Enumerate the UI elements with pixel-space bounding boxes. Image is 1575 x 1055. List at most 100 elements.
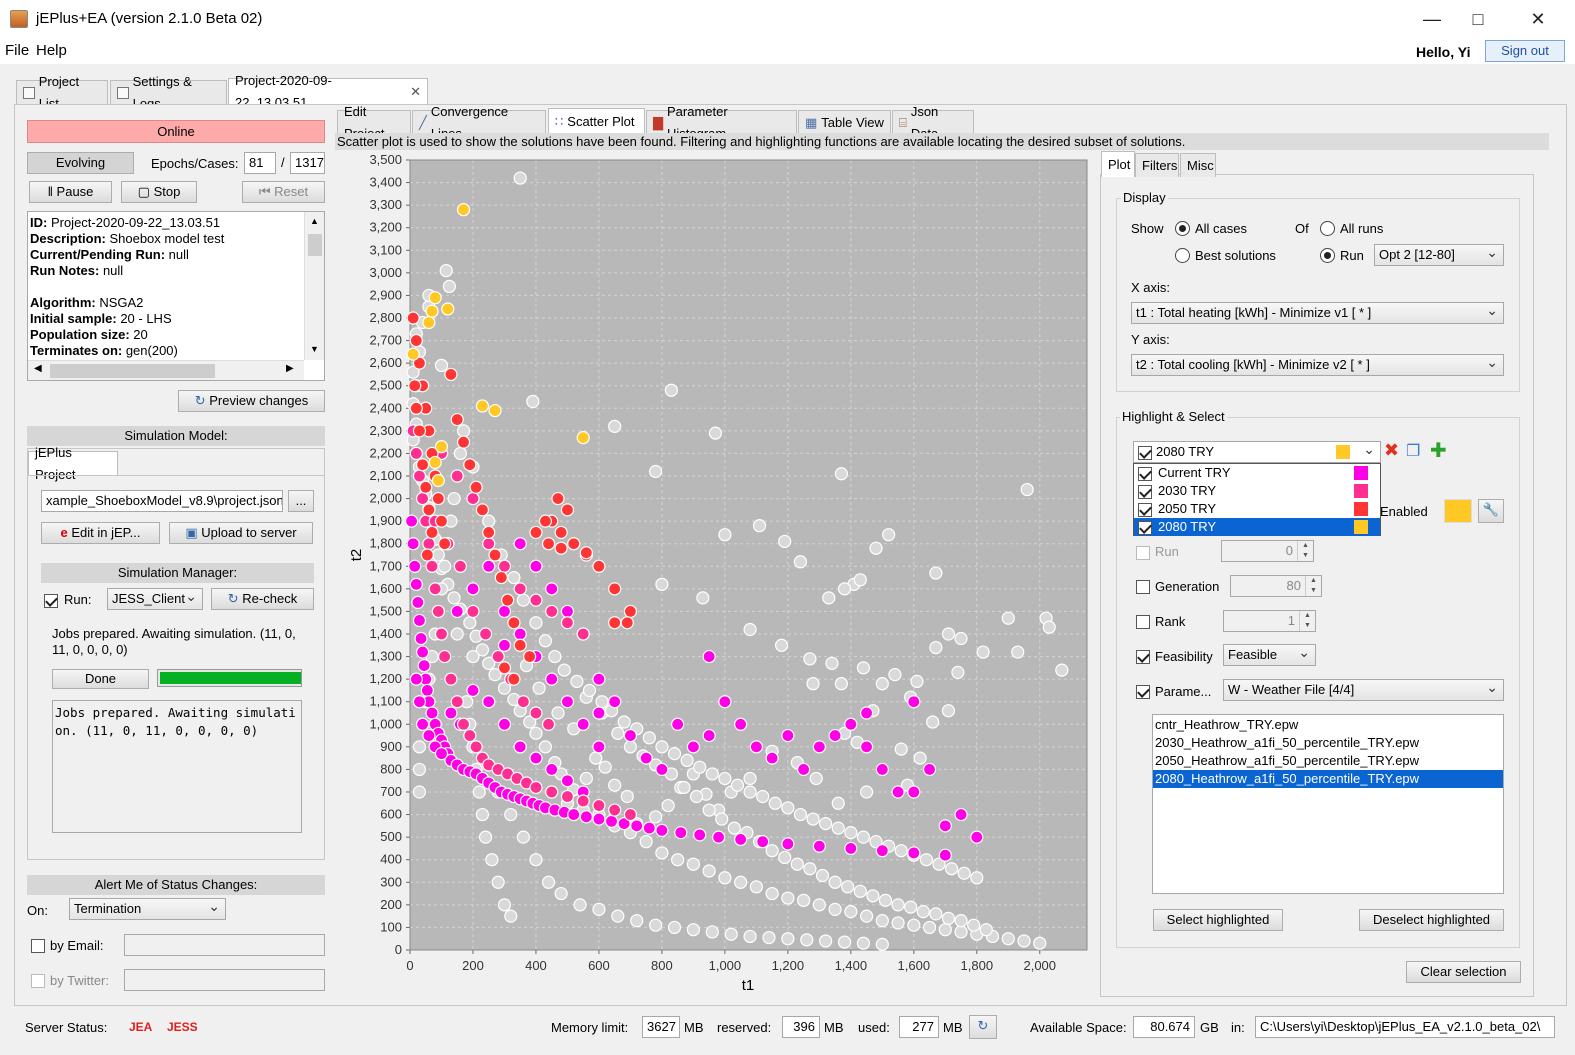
data-point[interactable] [797,762,811,777]
data-point[interactable] [689,789,704,804]
data-point[interactable] [790,857,804,871]
data-point[interactable] [438,649,452,664]
project-path-field[interactable]: xample_ShoeboxModel_v8.9\project.json [41,490,283,512]
data-point[interactable] [844,841,858,856]
data-point[interactable] [592,740,606,754]
tab-misc[interactable]: Misc [1180,153,1216,177]
copy-group-icon[interactable]: ❐ [1406,441,1420,461]
data-point[interactable] [781,728,795,743]
data-point[interactable] [541,717,556,731]
data-point[interactable] [642,821,656,835]
tab-json-data[interactable]: ⌸Json Data [892,104,974,141]
x-axis-select[interactable]: t1 : Total heating [kWh] - Minimize v1 [… [1131,302,1504,324]
data-point[interactable] [592,706,606,720]
run-select[interactable]: Opt 2 [12-80] [1374,244,1504,266]
data-point[interactable] [951,665,965,679]
tab-jeplus-project[interactable]: jEPlus Project [28,445,118,482]
data-point[interactable] [545,785,559,799]
clear-selection-button[interactable]: Clear selection [1406,961,1521,983]
data-point[interactable] [910,674,924,689]
data-point[interactable] [630,914,644,928]
data-point[interactable] [623,807,638,822]
data-point[interactable] [778,534,792,549]
data-point[interactable] [929,640,943,655]
data-point[interactable] [428,291,442,305]
data-point[interactable] [529,616,543,630]
data-point[interactable] [582,683,597,698]
data-point[interactable] [1001,932,1015,946]
data-point[interactable] [529,559,543,573]
data-point[interactable] [513,582,527,596]
run-filter-spinner[interactable]: 0 ▲ ▼ [1221,540,1314,562]
data-point[interactable] [482,514,496,528]
menu-help[interactable]: Help [36,42,67,59]
data-point[interactable] [466,491,480,506]
data-point[interactable] [411,595,425,609]
feasibility-checkbox[interactable] [1136,648,1150,664]
data-point[interactable] [749,880,763,894]
data-point[interactable] [475,503,490,517]
data-point[interactable] [655,740,669,754]
cases-field[interactable]: 1317 [290,152,325,174]
data-point[interactable] [466,649,480,664]
data-point[interactable] [417,658,431,673]
data-point[interactable] [686,857,700,871]
data-point[interactable] [450,627,464,641]
data-point[interactable] [412,740,427,754]
data-point[interactable] [560,774,575,788]
data-point[interactable] [711,830,726,844]
data-point[interactable] [702,803,716,817]
data-point[interactable] [513,171,527,185]
preview-changes-button[interactable]: ↻ Preview changes [178,390,325,412]
data-point[interactable] [954,914,968,928]
data-point[interactable] [1020,482,1034,497]
data-point[interactable] [778,850,792,865]
data-point[interactable] [545,604,559,619]
data-point[interactable] [639,835,653,849]
data-point[interactable] [1017,934,1031,948]
data-point[interactable] [592,902,606,916]
data-point[interactable] [472,785,486,799]
data-point[interactable] [715,812,729,826]
data-point[interactable] [501,593,515,607]
data-point[interactable] [812,839,826,853]
data-point[interactable] [828,875,842,889]
data-point[interactable] [844,905,858,919]
data-point[interactable] [516,593,530,607]
vertical-scrollbar[interactable]: ▲ ▼ [304,212,324,360]
data-point[interactable] [434,627,449,641]
data-point[interactable] [938,848,952,862]
data-point[interactable] [497,717,512,731]
data-point[interactable] [734,717,748,731]
data-point[interactable] [475,399,490,413]
scatter-chart[interactable]: t2 t1 0 100 200 300 400 500 600 700 800 900 1,000 1… [335,150,1095,1000]
data-point[interactable] [545,762,559,777]
data-point[interactable] [907,695,921,709]
data-point[interactable] [538,514,552,528]
data-point[interactable] [422,315,436,330]
data-point[interactable] [592,672,606,686]
add-group-icon[interactable]: ✚ [1430,438,1447,463]
email-field[interactable] [124,934,325,956]
data-point[interactable] [485,853,499,867]
data-point[interactable] [608,616,622,630]
data-point[interactable] [765,886,779,901]
epochs-field[interactable]: 81 [244,152,276,174]
data-point[interactable] [693,828,707,842]
project-info-box[interactable]: ID: Project-2020-09-22_13.03.51 Descripti… [27,211,325,381]
data-point[interactable] [762,930,776,945]
close-tab-icon[interactable]: ✕ [410,81,421,103]
data-point[interactable] [734,875,748,889]
parameter-value-item[interactable]: 2030_Heathrow_a1fi_50_percentile_TRY.epw [1153,734,1503,752]
data-point[interactable] [875,762,889,777]
data-point[interactable] [774,638,789,652]
data-point[interactable] [422,537,436,551]
recheck-button[interactable]: ↻ Re-check [211,588,314,610]
data-point[interactable] [406,311,420,325]
data-point[interactable] [806,677,820,691]
data-point[interactable] [623,604,638,619]
data-point[interactable] [431,604,445,619]
data-point[interactable] [412,785,427,799]
data-point[interactable] [922,920,937,935]
data-point[interactable] [488,548,502,562]
